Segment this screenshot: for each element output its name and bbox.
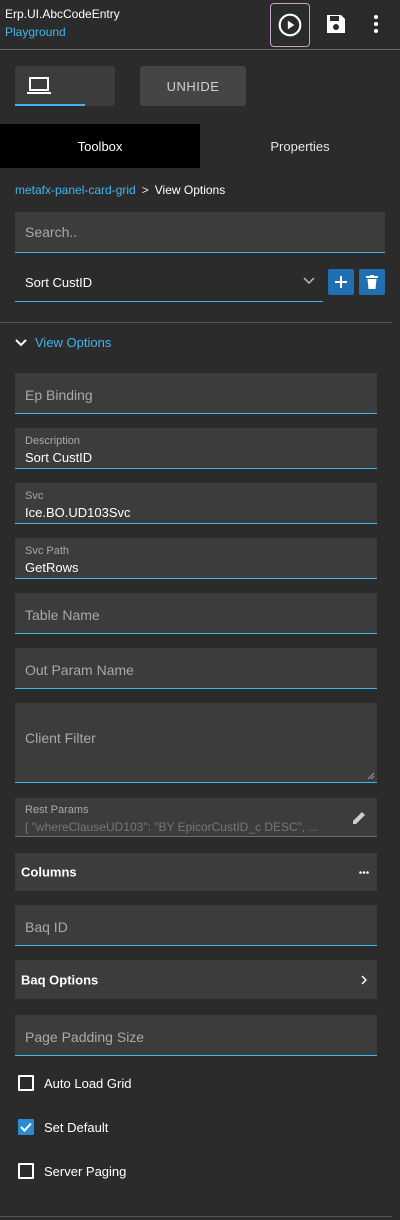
table-name-field[interactable]: Table Name [15, 593, 377, 634]
search-input[interactable]: Search.. [15, 212, 385, 253]
checkbox-box [18, 1163, 34, 1179]
more-vertical-icon [374, 15, 378, 33]
auto-load-grid-checkbox[interactable]: Auto Load Grid [18, 1075, 131, 1091]
out-param-name-field[interactable]: Out Param Name [15, 648, 377, 689]
bottom-divider [0, 1216, 392, 1217]
check-icon [20, 1122, 32, 1132]
svc-path-label: Svc Path [25, 545, 70, 557]
baq-id-placeholder: Baq ID [25, 919, 68, 935]
tab-bar: Toolbox Properties [0, 124, 400, 168]
add-button[interactable] [328, 269, 354, 295]
description-label: Description [25, 435, 81, 447]
laptop-icon [27, 77, 51, 94]
chevron-right-icon [361, 975, 367, 985]
device-preview-button[interactable] [15, 66, 115, 106]
chevron-down-icon [15, 338, 27, 346]
delete-button[interactable] [359, 269, 385, 295]
description-field[interactable]: Description Sort CustID [15, 428, 377, 469]
more-options-button[interactable] [366, 8, 386, 40]
baq-options-group[interactable]: Baq Options [15, 960, 377, 999]
search-placeholder: Search.. [25, 224, 78, 240]
columns-label: Columns [21, 864, 77, 880]
ep-binding-field[interactable]: Ep Binding [15, 373, 377, 414]
svc-path-value: GetRows [25, 560, 79, 575]
view-option-selected: Sort CustID [25, 275, 93, 290]
ep-binding-placeholder: Ep Binding [25, 387, 93, 403]
auto-load-grid-label: Auto Load Grid [44, 1075, 132, 1091]
breadcrumb-current: View Options [154, 183, 226, 197]
server-paging-checkbox[interactable]: Server Paging [18, 1163, 126, 1179]
section-divider [0, 322, 392, 323]
save-button[interactable] [322, 8, 350, 40]
plus-icon [335, 276, 347, 288]
app-title: Erp.UI.AbcCodeEntry [5, 7, 120, 21]
svc-value: Ice.BO.UD103Svc [25, 505, 131, 520]
rest-params-field[interactable]: Rest Params [ "whereClauseUD103": "BY Ep… [15, 798, 377, 837]
device-underline [15, 104, 85, 106]
save-icon [327, 15, 345, 33]
checkbox-box [18, 1075, 34, 1091]
page-padding-size-field[interactable]: Page Padding Size [15, 1015, 377, 1056]
tab-properties[interactable]: Properties [200, 124, 400, 168]
description-value: Sort CustID [25, 450, 93, 465]
set-default-label: Set Default [44, 1119, 109, 1135]
columns-group[interactable]: Columns [15, 853, 377, 891]
rest-params-label: Rest Params [25, 804, 89, 816]
view-option-select[interactable]: Sort CustID [15, 264, 323, 302]
section-title: View Options [35, 335, 112, 350]
out-param-name-placeholder: Out Param Name [25, 662, 134, 678]
more-horizontal-icon[interactable] [359, 871, 369, 874]
resize-handle-icon[interactable] [367, 772, 375, 780]
breadcrumb-separator: > [141, 183, 149, 197]
run-button[interactable] [270, 3, 310, 47]
app-subtitle-link[interactable]: Playground [5, 25, 66, 39]
server-paging-label: Server Paging [44, 1163, 127, 1179]
chevron-down-icon [303, 277, 315, 285]
trash-icon [366, 275, 378, 289]
breadcrumb: metafx-panel-card-grid > View Options [15, 183, 225, 197]
client-filter-placeholder: Client Filter [25, 730, 96, 746]
baq-options-label: Baq Options [21, 972, 99, 987]
svc-path-field[interactable]: Svc Path GetRows [15, 538, 377, 579]
table-name-placeholder: Table Name [25, 607, 100, 623]
svc-field[interactable]: Svc Ice.BO.UD103Svc [15, 483, 377, 524]
tab-toolbox[interactable]: Toolbox [0, 124, 200, 168]
page-padding-size-placeholder: Page Padding Size [25, 1029, 145, 1045]
rest-params-value: [ "whereClauseUD103": "BY EpicorCustID_c… [25, 820, 319, 834]
client-filter-textarea[interactable]: Client Filter [15, 703, 377, 783]
breadcrumb-link[interactable]: metafx-panel-card-grid [15, 183, 136, 197]
unhide-button[interactable]: UNHIDE [140, 66, 246, 106]
set-default-checkbox[interactable]: Set Default [18, 1119, 108, 1135]
play-circle-icon [278, 13, 302, 37]
view-options-toggle[interactable]: View Options [15, 335, 111, 350]
baq-id-field[interactable]: Baq ID [15, 905, 377, 946]
edit-pencil-icon[interactable] [352, 810, 367, 825]
checkbox-box-checked [18, 1119, 34, 1135]
svc-label: Svc [25, 490, 44, 502]
